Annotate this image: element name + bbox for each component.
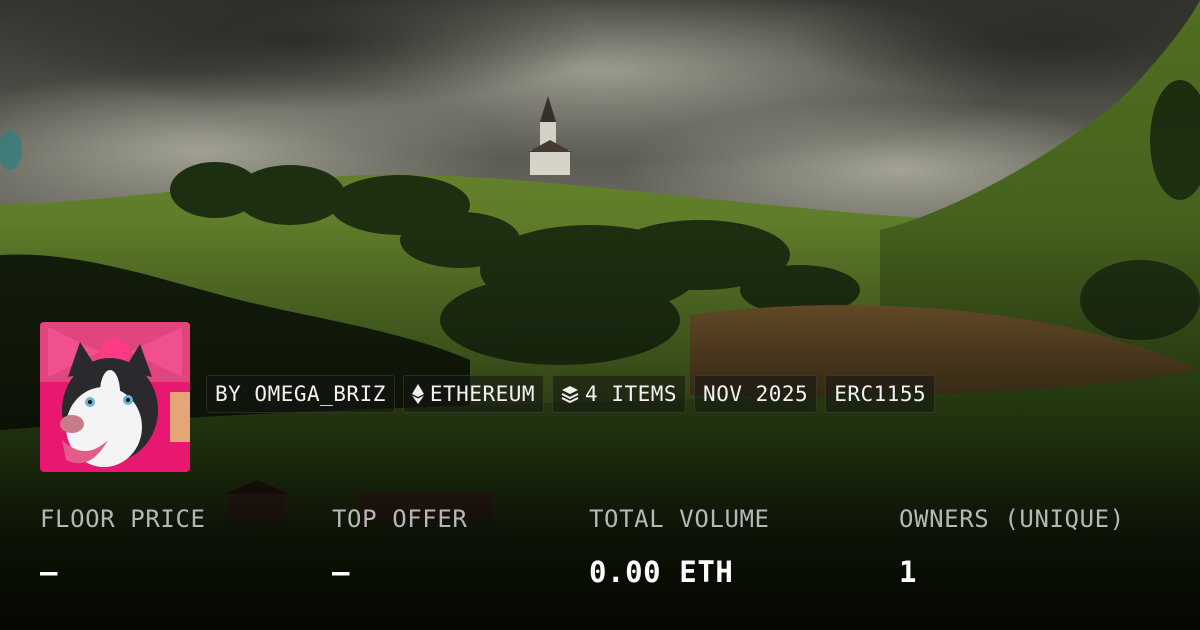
stat-label: TOTAL VOLUME [589,505,770,533]
stat-value: 0.00 ETH [589,555,734,589]
ethereum-icon [411,384,424,404]
collection-avatar[interactable] [40,322,190,472]
stat-total-volume: TOTAL VOLUME 0.00 ETH [589,505,770,589]
creator-chip[interactable]: BY OMEGA_BRIZ [206,375,395,413]
date-chip-label: NOV 2025 [703,382,809,406]
stat-floor-price: FLOOR PRICE – [40,505,206,589]
stat-label: FLOOR PRICE [40,505,206,533]
stat-top-offer: TOP OFFER – [332,505,467,589]
stat-label: TOP OFFER [332,505,468,533]
standard-chip-label: ERC1155 [834,382,927,406]
stat-value: – [40,555,59,589]
stat-value: – [332,555,351,589]
creator-chip-label: BY OMEGA_BRIZ [215,382,386,406]
items-chip-label: 4 ITEMS [585,382,678,406]
layers-icon [561,386,579,403]
chain-chip-label: ETHEREUM [429,382,536,406]
stat-value: 1 [899,555,918,589]
husky-avatar-image [40,322,190,472]
collection-preview-card: BY OMEGA_BRIZ ETHEREUM 4 ITEMS NOV 2025 … [0,0,1200,630]
date-chip: NOV 2025 [694,375,818,413]
stat-label: OWNERS (UNIQUE) [899,505,1125,533]
standard-chip: ERC1155 [825,375,936,413]
collection-info-chips: BY OMEGA_BRIZ ETHEREUM 4 ITEMS NOV 2025 … [206,375,936,413]
stat-owners: OWNERS (UNIQUE) 1 [899,505,1125,589]
items-chip[interactable]: 4 ITEMS [552,375,687,413]
chain-chip[interactable]: ETHEREUM [402,375,545,413]
